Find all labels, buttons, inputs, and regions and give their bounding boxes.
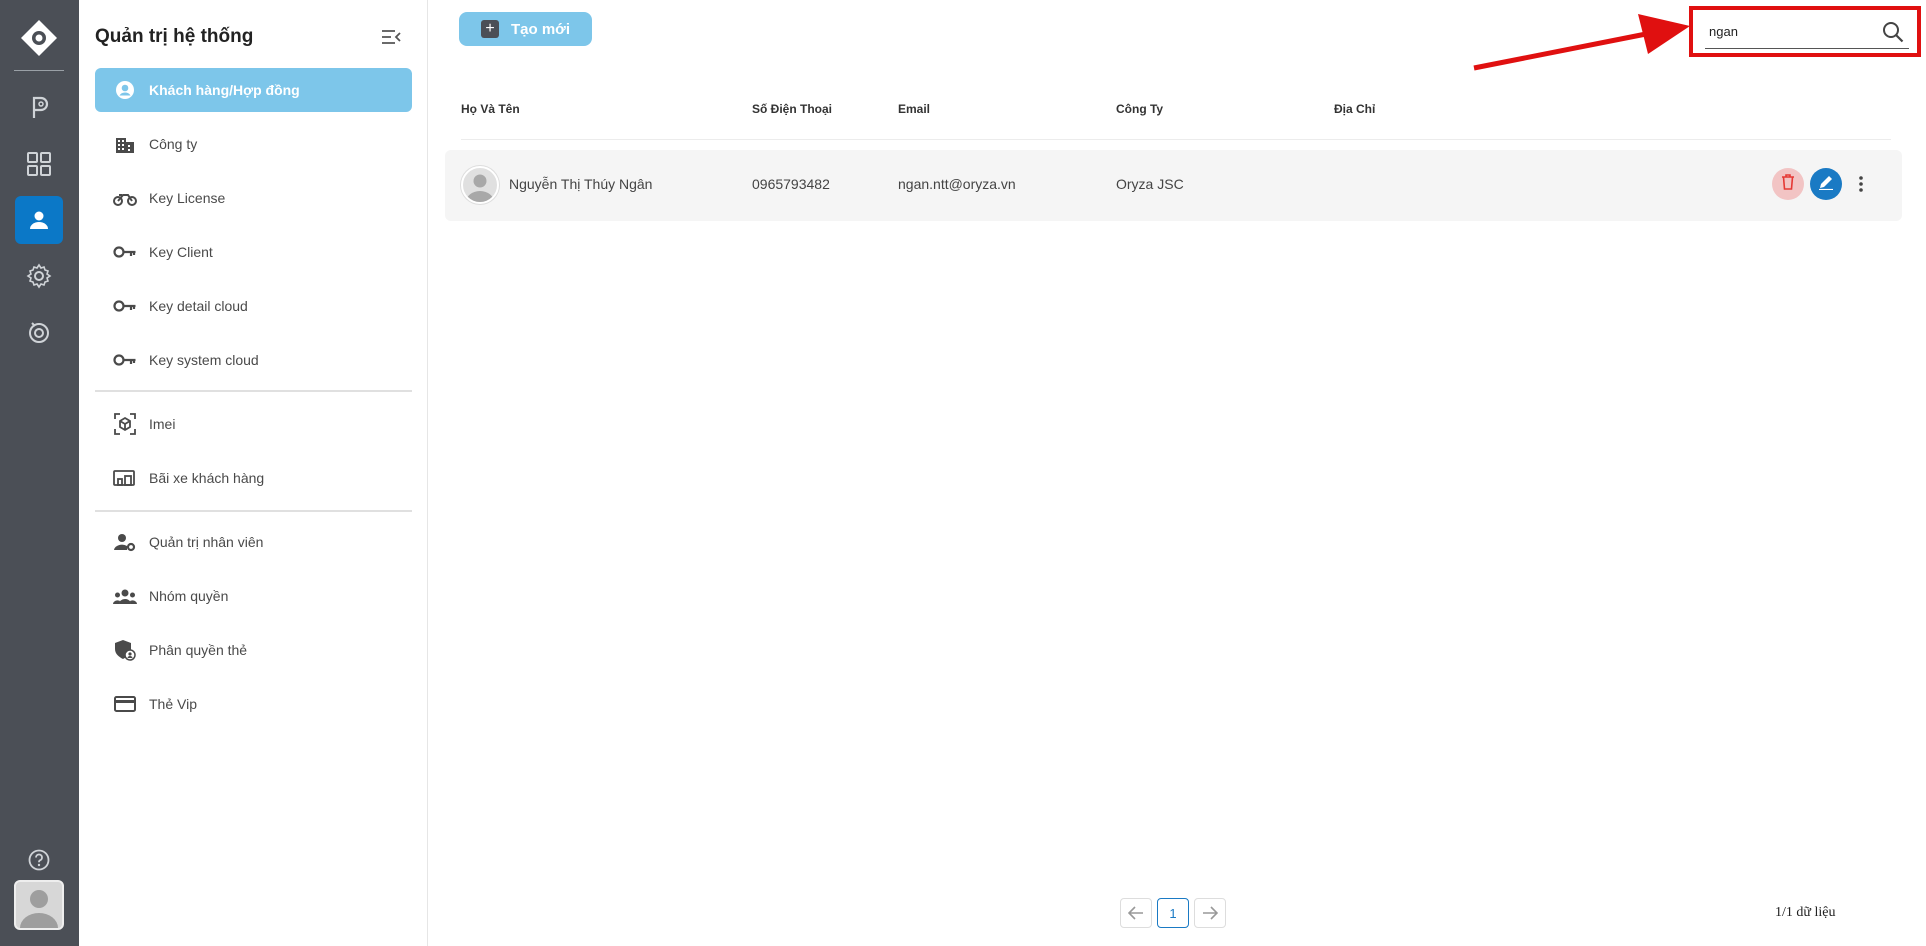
delete-button[interactable] [1772,168,1804,200]
create-new-label: Tạo mới [510,20,570,38]
timer-refresh-icon[interactable] [15,308,63,356]
cell-email: ngan.ntt@oryza.vn [898,176,1016,192]
menu-item-staff-admin[interactable]: Quản trị nhân viên [95,520,412,564]
menu-item-key-detail-cloud[interactable]: Key detail cloud [95,284,412,328]
menu-item-label: Công ty [149,136,198,152]
menu-item-permission-groups[interactable]: Nhóm quyền [95,574,412,618]
menu-item-vip-card[interactable]: Thẻ Vip [95,682,412,726]
arrow-left-icon [1128,906,1143,920]
pencil-icon [1818,174,1834,195]
next-page-button[interactable] [1194,898,1226,928]
main-content: + Tạo mới Họ Và Tên Số Điện Thoại Email … [428,0,1926,946]
menu-item-label: Bãi xe khách hàng [149,470,265,486]
dashboard-grid-icon[interactable] [15,140,63,188]
menu-item-label: Key Client [149,244,213,260]
cell-phone: 0965793482 [752,176,830,192]
table-row[interactable]: Nguyễn Thị Thúy Ngân 0965793482 ngan.ntt… [445,150,1902,221]
key-icon [113,348,137,372]
cell-company: Oryza JSC [1116,176,1184,192]
search-highlight-box [1689,6,1921,57]
column-header-phone: Số Điện Thoại [752,102,833,116]
menu-item-company[interactable]: Công ty [95,122,412,166]
menu-item-card-permission[interactable]: Phân quyền thẻ [95,628,412,672]
key-icon [113,294,137,318]
search-field [1705,18,1909,49]
user-icon[interactable] [15,196,63,244]
edit-button[interactable] [1810,168,1842,200]
cube-scan-icon [113,412,137,436]
search-icon[interactable] [1881,20,1905,44]
prev-page-button[interactable] [1120,898,1152,928]
column-header-name: Họ Và Tên [461,102,520,116]
column-header-company: Công Ty [1116,102,1164,116]
arrow-right-icon [1203,906,1218,920]
parking-icon[interactable] [15,84,63,132]
menu-item-key-system-cloud[interactable]: Key system cloud [95,338,412,382]
menu-divider [95,510,412,512]
column-header-email: Email [898,102,931,116]
page-button-current[interactable]: 1 [1157,898,1189,928]
create-new-button[interactable]: + Tạo mới [459,12,592,46]
user-gear-icon [113,530,137,554]
table-header: Họ Và Tên Số Điện Thoại Email Công Ty Đị… [461,100,1891,140]
menu-divider [95,390,412,392]
rail-divider [14,70,64,71]
shield-user-icon [113,638,137,662]
menu-item-label: Thẻ Vip [149,696,197,712]
key-icon [113,240,137,264]
menu-item-label: Imei [149,416,176,432]
trash-icon [1781,173,1795,195]
menu-item-imei[interactable]: Imei [95,402,412,446]
app-logo-icon[interactable] [19,18,59,58]
menu-item-label: Phân quyền thẻ [149,642,248,658]
credit-card-icon [113,692,137,716]
menu-item-customers-contracts[interactable]: Khách hàng/Hợp đồng [95,68,412,112]
account-circle-icon [113,78,137,102]
group-icon [113,584,137,608]
menu-item-label: Key detail cloud [149,298,248,314]
menu-item-label: Quản trị nhân viên [149,534,264,550]
settings-gear-icon[interactable] [15,252,63,300]
help-icon[interactable] [15,836,63,884]
building-icon [113,132,137,156]
search-input[interactable] [1709,24,1869,39]
motorbike-icon [113,186,137,210]
app-rail [0,0,79,946]
cell-name: Nguyễn Thị Thúy Ngân [509,176,653,192]
menu-item-label: Nhóm quyền [149,588,229,604]
menu-item-label: Key License [149,190,226,206]
menu-item-key-client[interactable]: Key Client [95,230,412,274]
record-count: 1/1 dữ liệu [1775,905,1836,920]
plus-icon: + [480,20,499,38]
collapse-menu-icon[interactable] [380,27,402,47]
menu-item-key-license[interactable]: Key License [95,176,412,220]
column-header-address: Địa Chỉ [1334,102,1376,116]
menu-item-label: Khách hàng/Hợp đồng [149,82,300,98]
system-admin-menu: Quản trị hệ thống Khách hàng/Hợp đồng Cô… [79,0,428,946]
profile-avatar[interactable] [14,880,64,930]
menu-item-label: Key system cloud [149,352,259,368]
menu-title: Quản trị hệ thống [95,26,254,47]
more-options-icon[interactable] [1845,168,1877,200]
devices-icon [113,466,137,490]
annotation-arrow [1473,14,1690,71]
customer-avatar [461,166,499,204]
menu-item-customer-parking[interactable]: Bãi xe khách hàng [95,456,412,500]
